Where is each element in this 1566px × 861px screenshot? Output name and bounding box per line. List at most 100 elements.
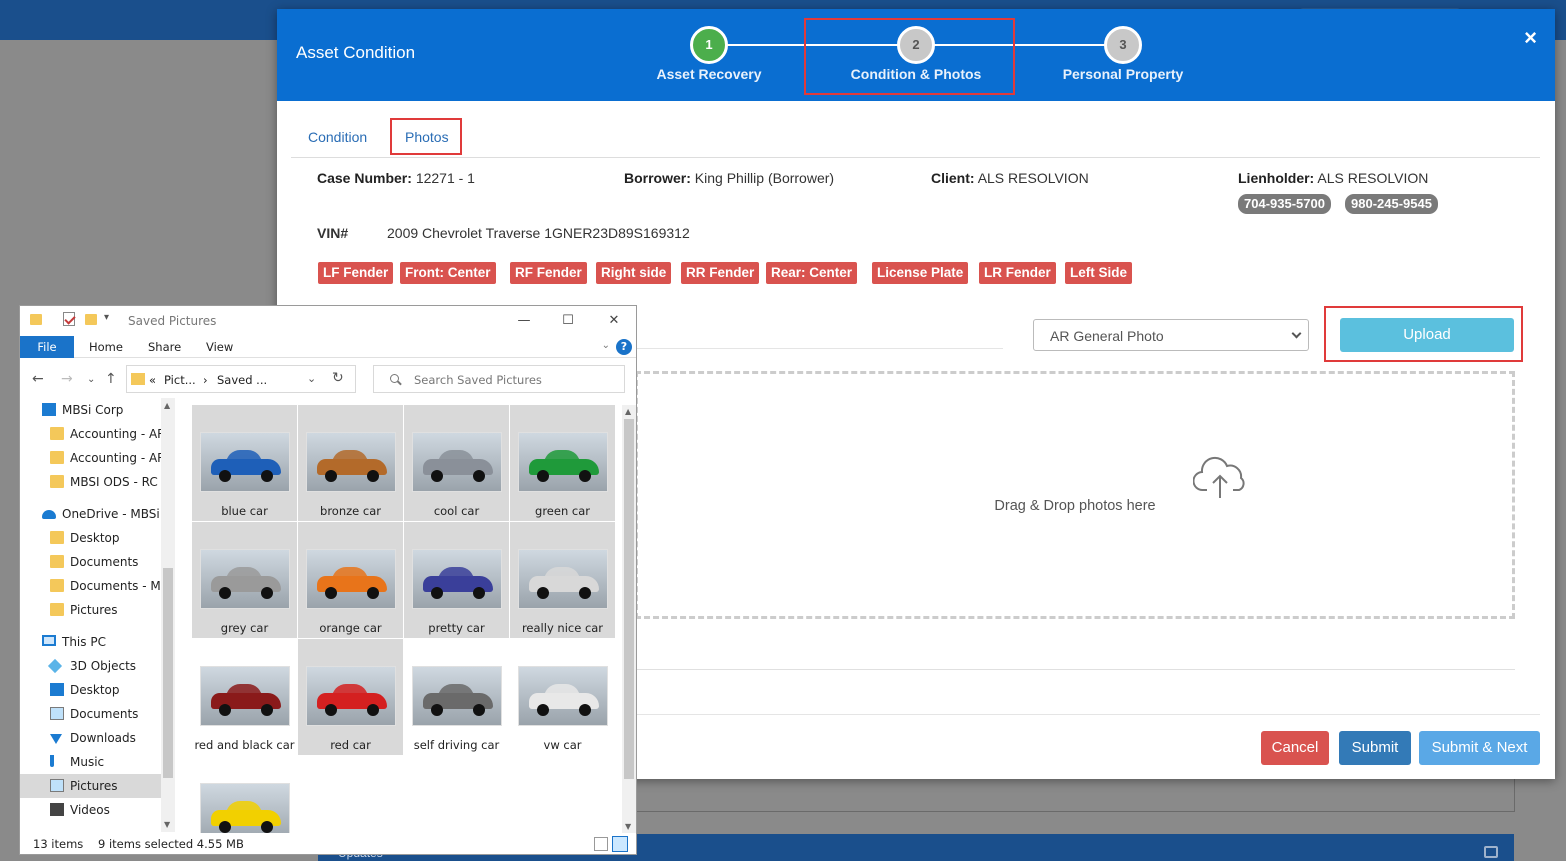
wheel <box>579 704 591 716</box>
cancel-button[interactable]: Cancel <box>1261 731 1329 765</box>
up-arrow-icon[interactable]: ↑ <box>105 371 117 387</box>
ribbon-tab-home[interactable]: Home <box>89 340 123 354</box>
file-tile[interactable]: grey car <box>192 522 297 638</box>
maximize-icon[interactable]: ☐ <box>555 310 581 332</box>
file-explorer-window[interactable]: ▾ Saved Pictures — ☐ ✕ File Home Share V… <box>19 305 637 855</box>
wheel <box>325 704 337 716</box>
scroll-down-icon[interactable]: ▼ <box>625 822 631 831</box>
photo-tag[interactable]: Front: Center <box>400 262 496 284</box>
nav-item[interactable]: Desktop <box>20 526 175 550</box>
nav-item[interactable]: 3D Objects <box>20 654 175 678</box>
nav-item[interactable]: OneDrive - MBSi C <box>20 502 175 526</box>
content-scroll-thumb[interactable] <box>624 419 634 779</box>
wheel <box>367 587 379 599</box>
step-1-label[interactable]: Asset Recovery <box>609 66 809 82</box>
file-tile[interactable]: pretty car <box>404 522 509 638</box>
client: Client: ALS RESOLVION <box>931 170 1089 186</box>
phone-badge-2[interactable]: 980-245-9545 <box>1345 194 1438 214</box>
forward-arrow-icon[interactable]: → <box>61 371 73 387</box>
nav-scroll-thumb[interactable] <box>163 568 173 778</box>
photo-tag[interactable]: License Plate <box>872 262 969 284</box>
file-tile[interactable]: really nice car <box>510 522 615 638</box>
nav-item-label: 3D Objects <box>70 659 137 673</box>
properties-icon[interactable] <box>63 312 75 326</box>
customize-toolbar-icon[interactable]: ▾ <box>104 312 109 323</box>
breadcrumb-pictures[interactable]: Pict... <box>164 373 196 387</box>
scroll-down-icon[interactable]: ▼ <box>164 820 170 829</box>
photo-tag[interactable]: Rear: Center <box>766 262 858 284</box>
view-toggle[interactable] <box>594 836 630 852</box>
nav-item[interactable]: Pictures <box>20 774 175 798</box>
address-bar[interactable]: « Pict... › Saved ... ⌄ ↻ <box>126 365 356 393</box>
photo-dropzone[interactable]: Drag & Drop photos here <box>635 371 1515 619</box>
submit-button[interactable]: Submit <box>1339 731 1411 765</box>
breadcrumb-overflow[interactable]: « <box>149 373 156 387</box>
nav-item[interactable]: MBSI ODS - RC E <box>20 470 175 494</box>
file-tile[interactable]: bronze car <box>298 405 403 521</box>
ribbon-tab-file[interactable]: File <box>20 336 74 358</box>
file-tile[interactable] <box>192 756 297 833</box>
explorer-title-bar[interactable]: ▾ Saved Pictures — ☐ ✕ <box>20 306 636 336</box>
search-input[interactable]: Search Saved Pictures <box>373 365 625 393</box>
photo-tag[interactable]: RR Fender <box>681 262 760 284</box>
nav-item[interactable]: MBSi Corp <box>20 398 175 422</box>
file-tile[interactable]: orange car <box>298 522 403 638</box>
ribbon-tab-view[interactable]: View <box>206 340 233 354</box>
photo-tag[interactable]: Left Side <box>1065 262 1133 284</box>
new-folder-icon[interactable] <box>85 314 97 325</box>
nav-item[interactable]: Pictures <box>20 598 175 622</box>
nav-item-label: Desktop <box>70 683 120 697</box>
close-window-icon[interactable]: ✕ <box>601 310 627 332</box>
step-3-label[interactable]: Personal Property <box>1023 66 1223 82</box>
nav-item[interactable]: Downloads <box>20 726 175 750</box>
refresh-icon[interactable]: ↻ <box>332 370 344 386</box>
step-1-circle[interactable]: 1 <box>690 26 728 64</box>
minimize-icon[interactable]: — <box>511 310 537 332</box>
file-tile[interactable]: green car <box>510 405 615 521</box>
nav-item[interactable]: Accounting - AR <box>20 446 175 470</box>
nav-item[interactable]: Documents <box>20 550 175 574</box>
nav-item[interactable]: Documents <box>20 702 175 726</box>
nav-scrollbar[interactable]: ▲ ▼ <box>161 398 175 832</box>
print-icon[interactable] <box>1484 846 1498 858</box>
file-tile[interactable]: red and black car <box>192 639 297 755</box>
phone-badge-1[interactable]: 704-935-5700 <box>1238 194 1331 214</box>
close-icon[interactable]: × <box>1524 25 1537 51</box>
photo-tag[interactable]: Right side <box>596 262 672 284</box>
photo-tag[interactable]: LR Fender <box>979 262 1056 284</box>
nav-item[interactable]: Documents - Ma <box>20 574 175 598</box>
file-tile[interactable]: self driving car <box>404 639 509 755</box>
nav-item[interactable]: This PC <box>20 630 175 654</box>
help-icon[interactable]: ? <box>616 339 632 355</box>
file-grid[interactable]: blue car bronze car cool car green car grey … <box>192 405 620 833</box>
wheel <box>431 704 443 716</box>
large-icons-view-icon[interactable] <box>612 836 628 852</box>
expand-ribbon-icon[interactable]: ⌄ <box>602 340 610 351</box>
step-3-circle[interactable]: 3 <box>1104 26 1142 64</box>
submit-next-button[interactable]: Submit & Next <box>1419 731 1540 765</box>
nav-item[interactable]: Videos <box>20 798 175 822</box>
photo-tag[interactable]: LF Fender <box>318 262 394 284</box>
photo-type-select[interactable]: AR General Photo <box>1033 319 1309 351</box>
details-view-icon[interactable] <box>594 837 608 851</box>
back-arrow-icon[interactable]: ← <box>32 371 44 387</box>
file-tile[interactable]: vw car <box>510 639 615 755</box>
tab-condition[interactable]: Condition <box>308 129 367 145</box>
client-label: Client: <box>931 170 975 186</box>
image-thumbnail <box>518 666 608 726</box>
ribbon-tab-share[interactable]: Share <box>148 340 181 354</box>
scroll-up-icon[interactable]: ▲ <box>164 401 170 410</box>
nav-item[interactable]: Music <box>20 750 175 774</box>
address-dropdown-icon[interactable]: ⌄ <box>307 372 316 385</box>
recent-locations-icon[interactable]: ⌄ <box>87 374 95 385</box>
navigation-pane[interactable]: MBSi Corp Accounting - AR Accounting - AR M… <box>20 398 175 832</box>
breadcrumb-saved-pictures[interactable]: Saved ... <box>217 373 267 387</box>
photo-tag[interactable]: RF Fender <box>510 262 587 284</box>
file-tile[interactable]: blue car <box>192 405 297 521</box>
file-tile[interactable]: red car <box>298 639 403 755</box>
content-scrollbar[interactable]: ▲ ▼ <box>622 405 636 833</box>
nav-item[interactable]: Desktop <box>20 678 175 702</box>
file-tile[interactable]: cool car <box>404 405 509 521</box>
scroll-up-icon[interactable]: ▲ <box>625 407 631 416</box>
nav-item[interactable]: Accounting - AR <box>20 422 175 446</box>
